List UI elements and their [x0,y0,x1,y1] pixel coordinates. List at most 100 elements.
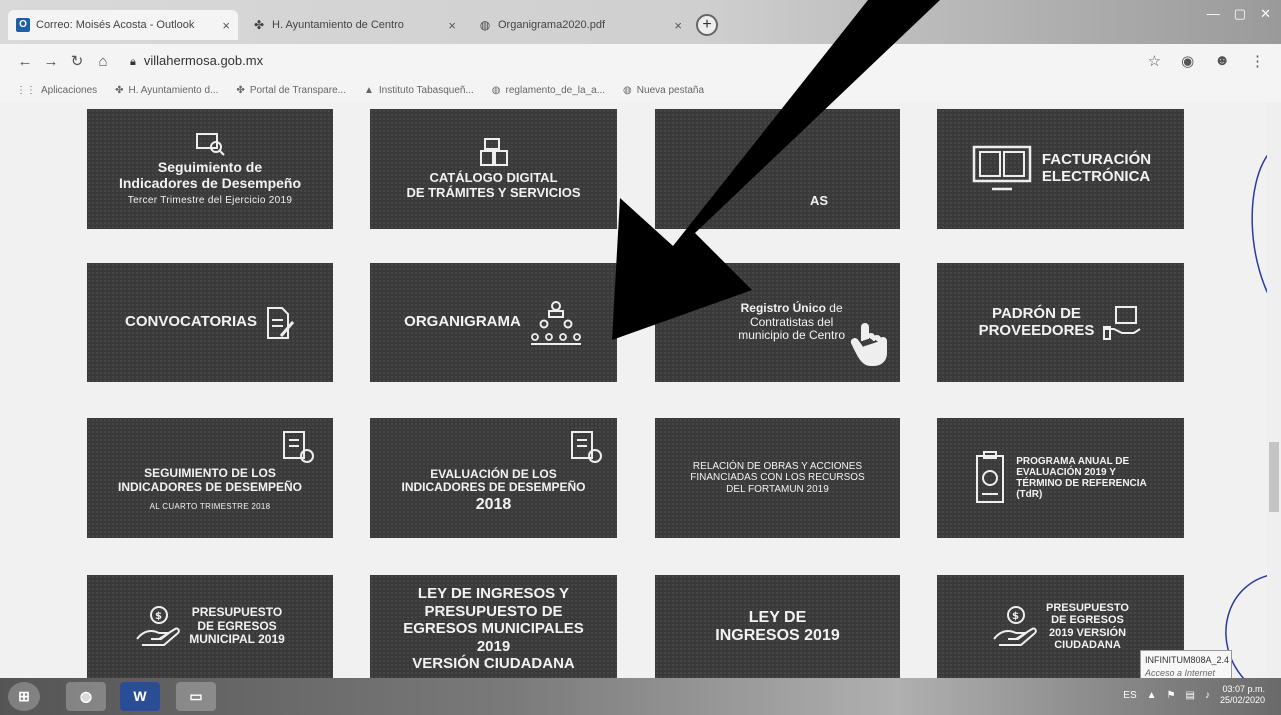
institute-icon: ▲ [363,84,374,96]
globe-icon: ◍ [491,84,501,96]
tile-ley-ingresos-presupuesto-ciudadana[interactable]: LEY DE INGRESOS Y PRESUPUESTO DE EGRESOS… [370,575,617,678]
monitor-search-icon [196,133,225,157]
browser-tab-strip: O Correo: Moisés Acosta - Outlook × ✤ H.… [0,0,1281,44]
tile-obscured[interactable]: AS [655,109,900,229]
home-icon[interactable]: ⌂ [90,53,116,70]
network-icon[interactable]: ▤ [1186,690,1195,701]
volume-icon[interactable]: ♪ [1205,690,1210,701]
bookmark-label: H. Ayuntamiento d... [128,84,219,96]
tile-title: Registro Único de Contratistas del munic… [738,302,845,342]
tray-arrow-icon[interactable]: ▲ [1147,690,1157,701]
bookmark-ayuntamiento[interactable]: ✤ H. Ayuntamiento d... [115,85,218,96]
tile-relacion-obras-fortamun[interactable]: RELACIÓN DE OBRAS Y ACCIONES FINANCIADAS… [655,418,900,538]
tile-title: CONVOCATORIAS [125,313,257,331]
tile-facturacion-electronica[interactable]: FACTURACIÓN ELECTRÓNICA [937,109,1184,229]
back-icon[interactable]: ← [12,53,38,70]
bookmark-apps[interactable]: ⋮⋮ Aplicaciones [16,85,97,96]
hand-pointer-icon [850,323,887,366]
windows-taskbar: ⊞ ◍ W ▭ ES ▲ ⚑ ▤ ♪ 03:07 p.m. 25/02/2020 [0,678,1281,715]
svg-text:$: $ [1012,611,1019,622]
close-icon[interactable]: × [222,18,230,33]
tile-catalogo-digital[interactable]: CATÁLOGO DIGITAL DE TRÁMITES Y SERVICIOS [370,109,617,229]
tab-organigrama-pdf[interactable]: ◍ Organigrama2020.pdf × [470,10,690,40]
clipboard-check-icon [976,451,1005,503]
tab-label: H. Ayuntamiento de Centro [272,19,404,31]
clock-date: 25/02/2020 [1219,695,1265,705]
tile-title: RELACIÓN DE OBRAS Y ACCIONES FINANCIADAS… [690,461,865,495]
star-icon[interactable]: ☆ [1148,52,1161,70]
bookmark-transparencia[interactable]: ✤ Portal de Transpare... [236,85,346,96]
maximize-icon[interactable]: ▢ [1234,6,1246,22]
url-field[interactable]: 🔒︎ villahermosa.gob.mx [130,53,263,69]
outlook-icon: O [16,18,30,32]
tile-title: EVALUACIÓN DE LOS INDICADORES DE DESEMPE… [401,466,586,495]
hand-coin-icon: $ [136,605,180,646]
tile-convocatorias[interactable]: CONVOCATORIAS [87,263,333,382]
tile-organigrama[interactable]: ORGANIGRAMA [370,263,617,382]
tile-year: 2018 [475,496,512,514]
bookmark-label: Nueva pestaña [636,84,705,96]
close-icon[interactable]: × [448,18,456,33]
window-controls: — ▢ ✕ [1207,6,1271,22]
close-icon[interactable]: × [674,18,682,33]
profile-icon[interactable]: ☻ [1214,52,1230,70]
tile-registro-contratistas[interactable]: Registro Único de Contratistas del munic… [655,263,900,382]
bookmark-instituto[interactable]: ▲ Instituto Tabasqueñ... [364,85,474,96]
bookmark-label: reglamento_de_la_a... [505,84,606,96]
bookmark-label: Aplicaciones [41,84,98,96]
tile-title: Seguimiento de Indicadores de Desempeño [118,159,302,191]
menu-icon[interactable]: ⋮ [1250,52,1265,70]
address-bar: ← → ↻ ⌂ 🔒︎ villahermosa.gob.mx ☆ ◉ ☻ ⋮ [0,44,1281,78]
tile-seguimiento-indicadores-2018[interactable]: SEGUIMIENTO DE LOS INDICADORES DE DESEMP… [87,418,333,538]
system-tray: ES ▲ ⚑ ▤ ♪ 03:07 p.m. 25/02/2020 [1123,684,1265,706]
svg-text:$: $ [155,611,162,622]
tile-title: PRESUPUESTO DE EGRESOS 2019 VERSIÓN CIUD… [1046,601,1129,651]
tile-seguimiento-indicadores-2019[interactable]: Seguimiento de Indicadores de Desempeño … [87,109,333,229]
tab-outlook[interactable]: O Correo: Moisés Acosta - Outlook × [8,10,238,40]
tile-presupuesto-egresos-2019[interactable]: $ PRESUPUESTO DE EGRESOS MUNICIPAL 2019 [87,575,333,678]
tile-title: PRESUPUESTO DE EGRESOS MUNICIPAL 2019 [189,605,285,647]
start-button[interactable]: ⊞ [8,682,40,711]
scrollbar-thumb[interactable] [1269,442,1279,512]
tile-title: PROGRAMA ANUAL DE EVALUACIÓN 2019 Y TÉRM… [1016,455,1147,501]
tile-programa-anual-evaluacion[interactable]: PROGRAMA ANUAL DE EVALUACIÓN 2019 Y TÉRM… [937,418,1184,538]
tab-label: Correo: Moisés Acosta - Outlook [36,19,195,31]
tile-subtitle: Tercer Trimestre del Ejercicio 2019 [127,194,293,206]
close-window-icon[interactable]: ✕ [1260,6,1271,22]
flag-icon[interactable]: ⚑ [1167,690,1176,701]
word-taskbar-icon[interactable]: W [120,682,160,711]
tile-evaluacion-indicadores[interactable]: EVALUACIÓN DE LOS INDICADORES DE DESEMPE… [370,418,617,538]
page-scrollbar[interactable] [1267,102,1281,678]
tile-title: PADRÓN DE PROVEEDORES [978,304,1095,339]
bookmark-nueva-pestana[interactable]: ◍ Nueva pestaña [623,85,704,96]
file-explorer-taskbar-icon[interactable]: ▭ [176,682,216,711]
tile-title: LEY DE INGRESOS 2019 [715,608,840,644]
computer-monitor-icon [972,145,1032,191]
new-tab-button[interactable]: + [696,14,718,36]
document-pencil-icon [266,306,295,339]
tile-padron-proveedores[interactable]: PADRÓN DE PROVEEDORES [937,263,1184,382]
reload-icon[interactable]: ↻ [64,52,90,70]
tile-ley-ingresos-2019[interactable]: LEY DE INGRESOS 2019 [655,575,900,678]
hand-coin-icon: $ [993,605,1037,646]
tile-title: ORGANIGRAMA [404,313,521,331]
extension-icon[interactable]: ◉ [1181,52,1194,70]
bookmark-reglamento[interactable]: ◍ reglamento_de_la_a... [492,85,605,96]
box-hand-icon [1103,305,1141,340]
tab-ayuntamiento[interactable]: ✤ H. Ayuntamiento de Centro × [244,10,464,40]
lock-icon: 🔒︎ [130,56,136,68]
apps-grid-icon: ⋮⋮ [16,84,36,96]
tile-subtitle: AL CUARTO TRIMESTRE 2018 [149,501,271,511]
clock[interactable]: 03:07 p.m. 25/02/2020 [1220,684,1265,706]
tile-title: LEY DE INGRESOS Y PRESUPUESTO DE EGRESOS… [403,585,584,673]
forward-icon[interactable]: → [38,53,64,70]
tile-title: FACTURACIÓN ELECTRÓNICA [1041,151,1152,185]
chrome-taskbar-icon[interactable]: ◍ [66,682,106,711]
clipboard-gear-icon [571,431,602,463]
tile-title: AS [809,193,828,209]
bookmark-label: Instituto Tabasqueñ... [378,84,474,96]
language-indicator[interactable]: ES [1123,690,1136,701]
bookmark-label: Portal de Transpare... [249,84,346,96]
page-content: Seguimiento de Indicadores de Desempeño … [0,102,1281,678]
minimize-icon[interactable]: — [1207,6,1220,22]
